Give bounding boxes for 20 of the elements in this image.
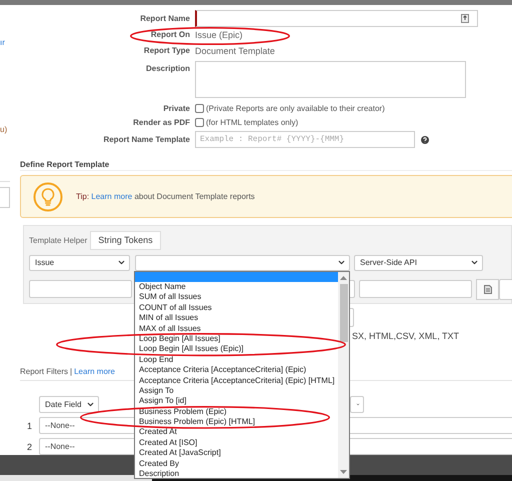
- field-label: Render as PDF: [132, 118, 191, 128]
- separator-text: |: [70, 367, 72, 376]
- row-number: 1: [26, 420, 33, 430]
- field-label: Description: [144, 64, 191, 73]
- field-label: Report On: [150, 30, 191, 40]
- field-label: Report Name: [139, 14, 191, 23]
- checkbox-note: (for HTML templates only): [206, 118, 298, 128]
- formats-text: SX, HTML,CSV, XML, TXT: [352, 331, 460, 342]
- text-fragment: u): [0, 125, 8, 135]
- field-label: Private: [162, 104, 191, 113]
- field-label: Report Type: [142, 46, 191, 56]
- section-title: Define Report Template: [20, 160, 110, 169]
- tip-text: Tip: Learn more about Document Template reports: [76, 192, 255, 202]
- field-value: Document Template: [195, 46, 275, 56]
- field-label: Report Name Template: [102, 135, 191, 144]
- checkbox-note: (Private Reports are only available to their creator): [206, 104, 385, 113]
- row-number: 2: [26, 442, 33, 452]
- filters-title: Report Filters: [20, 367, 68, 376]
- field-value: Issue (Epic): [195, 30, 243, 40]
- helper-label: Template Helper: [29, 236, 88, 245]
